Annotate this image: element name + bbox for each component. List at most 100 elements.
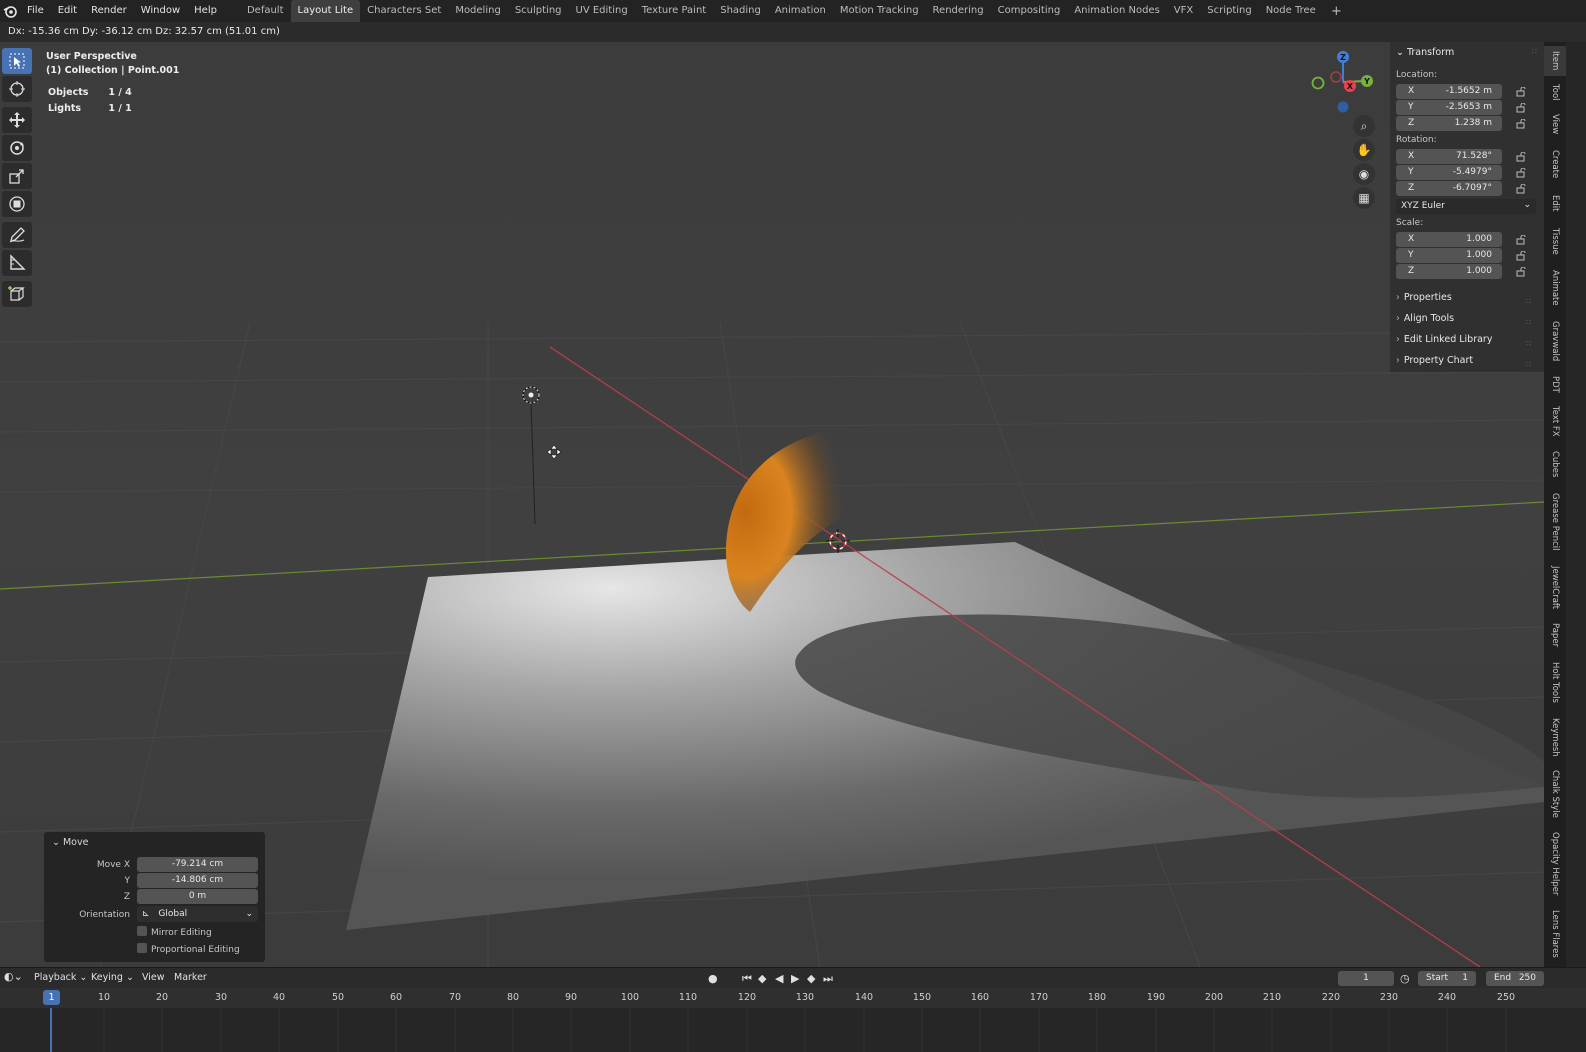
rotate-tool[interactable] bbox=[2, 135, 32, 161]
align-tools-subpanel[interactable]: › Align Tools ∷ bbox=[1396, 313, 1538, 331]
tab-opacity-helper[interactable]: Opacity Helper bbox=[1544, 826, 1566, 902]
menu-edit[interactable]: Edit bbox=[51, 0, 84, 22]
properties-subpanel[interactable]: › Properties ∷ bbox=[1396, 292, 1538, 310]
keying-menu[interactable]: Keying ⌄ bbox=[91, 972, 134, 983]
tab-compositing[interactable]: Compositing bbox=[991, 0, 1068, 22]
rotation-z-field[interactable]: Z -6.7097° bbox=[1396, 181, 1502, 196]
record-icon[interactable]: ● bbox=[708, 972, 718, 985]
measure-tool[interactable] bbox=[2, 250, 32, 276]
tab-view[interactable]: View bbox=[1544, 108, 1566, 140]
tab-rendering[interactable]: Rendering bbox=[926, 0, 991, 22]
scale-z-field[interactable]: Z 1.000 bbox=[1396, 264, 1502, 279]
rotation-x-field[interactable]: X 71.528° bbox=[1396, 149, 1502, 164]
gizmo-neg-y[interactable] bbox=[1311, 76, 1325, 90]
menu-render[interactable]: Render bbox=[84, 0, 134, 22]
rotation-mode-select[interactable]: XYZ Euler ⌄ bbox=[1396, 199, 1536, 214]
marker-menu[interactable]: Marker bbox=[174, 972, 207, 983]
tab-lens-flares[interactable]: Lens Flares bbox=[1544, 904, 1566, 964]
gizmo-neg-x[interactable] bbox=[1330, 71, 1342, 83]
tab-vfx[interactable]: VFX bbox=[1167, 0, 1200, 22]
tab-uv-editing[interactable]: UV Editing bbox=[569, 0, 635, 22]
tab-jewelcraft[interactable]: JewelCraft bbox=[1544, 560, 1566, 616]
tab-cubes[interactable]: Cubes bbox=[1544, 444, 1566, 484]
menu-file[interactable]: File bbox=[20, 0, 51, 22]
scale-y-field[interactable]: Y 1.000 bbox=[1396, 248, 1502, 263]
location-z-field[interactable]: Z 1.238 m bbox=[1396, 116, 1502, 131]
cursor-tool[interactable] bbox=[2, 76, 32, 102]
tab-animation[interactable]: Animation bbox=[768, 0, 833, 22]
tab-sculpting[interactable]: Sculpting bbox=[508, 0, 569, 22]
location-y-field[interactable]: Y -2.5653 m bbox=[1396, 100, 1502, 115]
tab-animate[interactable]: Animate bbox=[1544, 264, 1566, 312]
drag-grip-icon[interactable]: ∷ bbox=[1526, 318, 1531, 327]
move-y-field[interactable]: -14.806 cm bbox=[137, 873, 258, 888]
drag-grip-icon[interactable]: ∷ bbox=[1526, 360, 1531, 369]
annotate-tool[interactable] bbox=[2, 222, 32, 248]
blender-icon[interactable] bbox=[0, 0, 20, 22]
lock-icon[interactable] bbox=[1516, 235, 1527, 245]
drag-grip-icon[interactable]: ∷ bbox=[1526, 339, 1531, 348]
orientation-select[interactable]: ⊾ Global ⌄ bbox=[137, 906, 258, 922]
tab-default[interactable]: Default bbox=[240, 0, 291, 22]
location-x-field[interactable]: X -1.5652 m bbox=[1396, 84, 1502, 99]
menu-window[interactable]: Window bbox=[134, 0, 187, 22]
tab-tool[interactable]: Tool bbox=[1544, 78, 1566, 106]
tab-holt-tools[interactable]: Holt Tools bbox=[1544, 654, 1566, 710]
perspective-toggle-icon[interactable]: ▦ bbox=[1353, 187, 1375, 209]
move-z-field[interactable]: 0 m bbox=[137, 889, 258, 904]
jump-end-icon[interactable]: ⏭ bbox=[823, 972, 833, 986]
tab-item[interactable]: Item bbox=[1544, 46, 1566, 76]
select-box-tool[interactable] bbox=[2, 48, 32, 74]
3d-cursor-icon[interactable] bbox=[826, 529, 850, 553]
view-menu[interactable]: View bbox=[142, 972, 165, 983]
region-scrollbar[interactable] bbox=[1566, 42, 1586, 967]
tab-animation-nodes[interactable]: Animation Nodes bbox=[1067, 0, 1166, 22]
play-icon[interactable]: ▶ bbox=[791, 972, 799, 985]
add-workspace-button[interactable]: + bbox=[1323, 4, 1350, 19]
timeline-ruler[interactable]: 1 10 20 30 40 50 60 70 80 90 100 110 120… bbox=[0, 988, 1586, 1008]
lock-icon[interactable] bbox=[1516, 87, 1527, 97]
lock-icon[interactable] bbox=[1516, 251, 1527, 261]
point-light-icon[interactable] bbox=[522, 386, 540, 404]
tab-grease-pencil[interactable]: Grease Pencil bbox=[1544, 486, 1566, 558]
move-tool[interactable] bbox=[2, 107, 32, 133]
drag-grip-icon[interactable]: ∷ bbox=[1526, 297, 1531, 306]
tab-texture-paint[interactable]: Texture Paint bbox=[635, 0, 714, 22]
lock-icon[interactable] bbox=[1516, 168, 1527, 178]
tab-shading[interactable]: Shading bbox=[713, 0, 768, 22]
end-frame-field[interactable]: End 250 bbox=[1486, 971, 1544, 986]
tab-edit[interactable]: Edit bbox=[1544, 188, 1566, 218]
scale-tool[interactable] bbox=[2, 163, 32, 189]
move-x-field[interactable]: -79.214 cm bbox=[137, 857, 258, 872]
tab-paper[interactable]: Paper bbox=[1544, 618, 1566, 652]
menu-help[interactable]: Help bbox=[187, 0, 224, 22]
scale-x-field[interactable]: X 1.000 bbox=[1396, 232, 1502, 247]
next-keyframe-icon[interactable]: ◆ bbox=[807, 972, 815, 985]
play-reverse-icon[interactable]: ◀ bbox=[775, 972, 783, 985]
tab-characters-set[interactable]: Characters Set bbox=[360, 0, 448, 22]
tab-tissue[interactable]: Tissue bbox=[1544, 220, 1566, 262]
tab-keymesh[interactable]: Keymesh bbox=[1544, 712, 1566, 762]
pan-hand-icon[interactable]: ✋ bbox=[1353, 139, 1375, 161]
tab-motion-tracking[interactable]: Motion Tracking bbox=[833, 0, 926, 22]
preview-range-icon[interactable]: ◷ bbox=[1400, 972, 1410, 985]
transform-tool[interactable] bbox=[2, 191, 32, 217]
start-frame-field[interactable]: Start 1 bbox=[1418, 971, 1476, 986]
tab-scripting[interactable]: Scripting bbox=[1200, 0, 1258, 22]
camera-view-icon[interactable]: ◉ bbox=[1353, 163, 1375, 185]
prev-keyframe-icon[interactable]: ◆ bbox=[758, 972, 766, 985]
rotation-y-field[interactable]: Y -5.4979° bbox=[1396, 165, 1502, 180]
proportional-editing-checkbox[interactable]: Proportional Editing bbox=[137, 943, 240, 955]
drag-grip-icon[interactable]: ∷ bbox=[1532, 47, 1537, 56]
lock-icon[interactable] bbox=[1516, 152, 1527, 162]
tab-node-tree[interactable]: Node Tree bbox=[1259, 0, 1323, 22]
lock-icon[interactable] bbox=[1516, 119, 1527, 129]
tab-modeling[interactable]: Modeling bbox=[448, 0, 508, 22]
tab-create[interactable]: Create bbox=[1544, 142, 1566, 186]
redo-panel-header[interactable]: ⌄ Move bbox=[52, 837, 88, 848]
timeline-track-area[interactable] bbox=[0, 1008, 1586, 1052]
lock-icon[interactable] bbox=[1516, 103, 1527, 113]
tab-layout-lite[interactable]: Layout Lite bbox=[290, 0, 361, 22]
property-chart-subpanel[interactable]: › Property Chart ∷ bbox=[1396, 355, 1538, 373]
navigation-gizmo[interactable]: Z Y X bbox=[1306, 46, 1382, 118]
